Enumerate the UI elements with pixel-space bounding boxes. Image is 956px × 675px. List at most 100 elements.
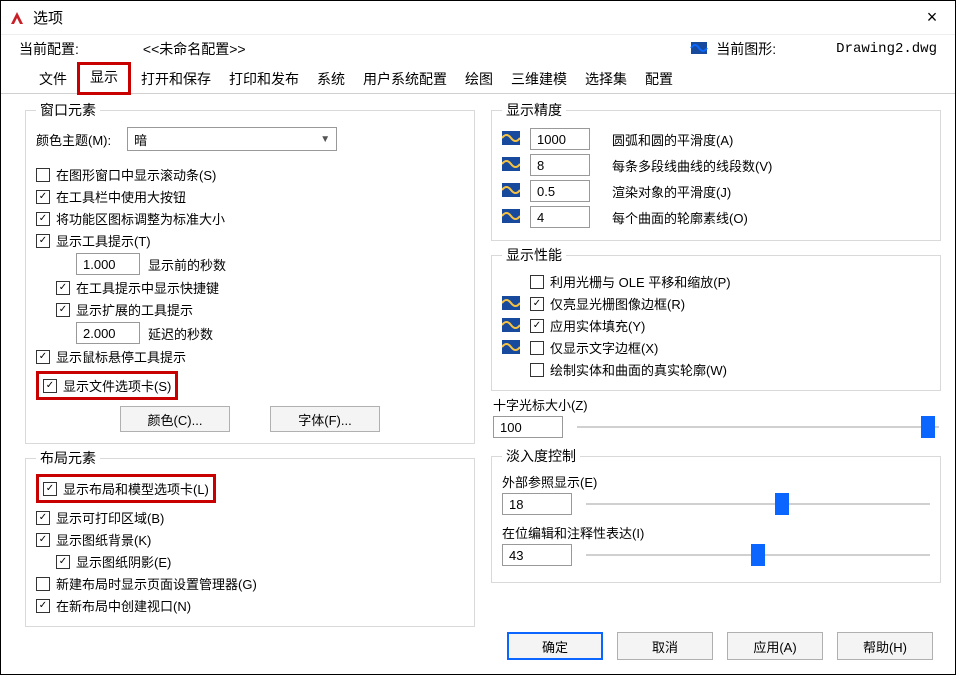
app-icon [9, 10, 25, 26]
render-smooth-input[interactable] [530, 180, 590, 202]
drawing-icon [690, 40, 708, 59]
show-ext-tooltip-checkbox[interactable] [56, 303, 70, 317]
show-tooltip-label: 显示工具提示(T) [56, 231, 151, 250]
show-paper-shadow-label: 显示图纸阴影(E) [76, 552, 171, 571]
show-printable-checkbox[interactable] [36, 511, 50, 525]
raster-frame-label: 仅亮显光栅图像边框(R) [550, 294, 685, 313]
show-ext-tooltip-label: 显示扩展的工具提示 [76, 300, 193, 319]
crosshair-size-input[interactable] [493, 416, 563, 438]
layout-elements-legend: 布局元素 [36, 448, 100, 468]
new-layout-pagesetup-checkbox[interactable] [36, 577, 50, 591]
polyline-seg-label: 每条多段线曲线的线段数(V) [612, 156, 772, 175]
text-frame-checkbox[interactable] [530, 341, 544, 355]
drawing-icon [502, 318, 522, 334]
dialog-buttons: 确定 取消 应用(A) 帮助(H) [507, 632, 933, 660]
xref-fade-label: 外部参照显示(E) [502, 472, 930, 491]
fonts-button[interactable]: 字体(F)... [270, 406, 380, 432]
current-drawing-filename: Drawing2.dwg [836, 41, 937, 57]
close-button[interactable]: × [909, 1, 955, 35]
drawing-icon [502, 340, 522, 356]
tab-open-save[interactable]: 打开和保存 [133, 65, 219, 93]
tab-file[interactable]: 文件 [31, 65, 75, 93]
window-elements-group: 窗口元素 颜色主题(M): 暗 ▼ 在图形窗口中显示滚动条(S) 在工具栏中使用… [25, 100, 475, 444]
apply-button[interactable]: 应用(A) [727, 632, 823, 660]
true-silhouette-checkbox[interactable] [530, 363, 544, 377]
ribbon-icon-label: 将功能区图标调整为标准大小 [56, 209, 225, 228]
show-hover-label: 显示鼠标悬停工具提示 [56, 347, 186, 366]
show-file-tabs-checkbox[interactable] [43, 379, 57, 393]
show-hover-checkbox[interactable] [36, 350, 50, 364]
raster-ole-checkbox[interactable] [530, 275, 544, 289]
crosshair-size-label: 十字光标大小(Z) [493, 395, 939, 414]
crosshair-size-slider[interactable] [577, 419, 939, 435]
arc-smooth-input[interactable] [530, 128, 590, 150]
show-shortcut-checkbox[interactable] [56, 281, 70, 295]
xref-fade-input[interactable] [502, 493, 572, 515]
tab-profiles[interactable]: 配置 [637, 65, 681, 93]
drawing-icon [502, 296, 522, 312]
drawing-icon [502, 131, 522, 147]
ext-delay-label: 延迟的秒数 [148, 324, 213, 343]
cancel-button[interactable]: 取消 [617, 632, 713, 660]
show-layout-tabs-label: 显示布局和模型选项卡(L) [63, 479, 209, 498]
render-smooth-label: 渲染对象的平滑度(J) [612, 182, 731, 201]
ribbon-icon-checkbox[interactable] [36, 212, 50, 226]
tooltip-delay-label: 显示前的秒数 [148, 255, 226, 274]
raster-frame-checkbox[interactable] [530, 297, 544, 311]
window-elements-legend: 窗口元素 [36, 100, 100, 120]
fade-control-group: 淡入度控制 外部参照显示(E) 在位编辑和注释性表达(I) [491, 446, 941, 583]
layout-elements-group: 布局元素 显示布局和模型选项卡(L) 显示可打印区域(B) 显示图纸背景(K) … [25, 448, 475, 627]
display-performance-group: 显示性能 利用光栅与 OLE 平移和缩放(P) 仅亮显光栅图像边框(R) 应用实… [491, 245, 941, 391]
text-frame-label: 仅显示文字边框(X) [550, 338, 658, 357]
close-icon: × [927, 7, 938, 28]
surface-iso-input[interactable] [530, 206, 590, 228]
arc-smooth-label: 圆弧和圆的平滑度(A) [612, 130, 733, 149]
dialog-title: 选项 [33, 7, 63, 28]
tab-system[interactable]: 系统 [309, 65, 353, 93]
tab-user-pref[interactable]: 用户系统配置 [355, 65, 455, 93]
show-paper-shadow-checkbox[interactable] [56, 555, 70, 569]
create-viewport-checkbox[interactable] [36, 599, 50, 613]
show-shortcut-label: 在工具提示中显示快捷键 [76, 278, 219, 297]
colors-button[interactable]: 颜色(C)... [120, 406, 230, 432]
color-theme-combo[interactable]: 暗 ▼ [127, 127, 337, 151]
inplace-fade-input[interactable] [502, 544, 572, 566]
show-scrollbar-checkbox[interactable] [36, 168, 50, 182]
tooltip-delay-input[interactable] [76, 253, 140, 275]
tab-drafting[interactable]: 绘图 [457, 65, 501, 93]
tab-print[interactable]: 打印和发布 [221, 65, 307, 93]
tab-display[interactable]: 显示 [77, 62, 131, 95]
show-scrollbar-label: 在图形窗口中显示滚动条(S) [56, 165, 216, 184]
solid-fill-label: 应用实体填充(Y) [550, 316, 645, 335]
show-paper-bg-checkbox[interactable] [36, 533, 50, 547]
titlebar: 选项 × [1, 1, 955, 35]
chevron-down-icon: ▼ [320, 134, 330, 145]
current-profile-label: 当前配置: [19, 39, 79, 59]
surface-iso-label: 每个曲面的轮廓素线(O) [612, 208, 748, 227]
options-dialog: 选项 × 当前配置: <<未命名配置>> 当前图形: Drawing2.dwg … [0, 0, 956, 675]
current-profile-name: <<未命名配置>> [143, 39, 246, 59]
ok-button[interactable]: 确定 [507, 632, 603, 660]
display-precision-group: 显示精度 圆弧和圆的平滑度(A) 每条多段线曲线的线段数(V) 渲染对象的平滑度… [491, 100, 941, 241]
tab-strip: 文件 显示 打开和保存 打印和发布 系统 用户系统配置 绘图 三维建模 选择集 … [1, 65, 955, 94]
polyline-seg-input[interactable] [530, 154, 590, 176]
tab-selection[interactable]: 选择集 [577, 65, 635, 93]
xref-fade-slider[interactable] [586, 496, 930, 512]
true-silhouette-label: 绘制实体和曲面的真实轮廓(W) [550, 360, 727, 379]
profile-info-row: 当前配置: <<未命名配置>> 当前图形: Drawing2.dwg [1, 35, 955, 63]
toolbar-bigbtn-checkbox[interactable] [36, 190, 50, 204]
show-file-tabs-label: 显示文件选项卡(S) [63, 376, 171, 395]
show-paper-bg-label: 显示图纸背景(K) [56, 530, 151, 549]
color-theme-value: 暗 [134, 130, 147, 149]
new-layout-pagesetup-label: 新建布局时显示页面设置管理器(G) [56, 574, 257, 593]
ext-delay-input[interactable] [76, 322, 140, 344]
solid-fill-checkbox[interactable] [530, 319, 544, 333]
inplace-fade-slider[interactable] [586, 547, 930, 563]
show-layout-tabs-checkbox[interactable] [43, 482, 57, 496]
help-button[interactable]: 帮助(H) [837, 632, 933, 660]
create-viewport-label: 在新布局中创建视口(N) [56, 596, 191, 615]
toolbar-bigbtn-label: 在工具栏中使用大按钮 [56, 187, 186, 206]
layout-tabs-highlight: 显示布局和模型选项卡(L) [36, 474, 216, 503]
show-tooltip-checkbox[interactable] [36, 234, 50, 248]
tab-3d[interactable]: 三维建模 [503, 65, 575, 93]
